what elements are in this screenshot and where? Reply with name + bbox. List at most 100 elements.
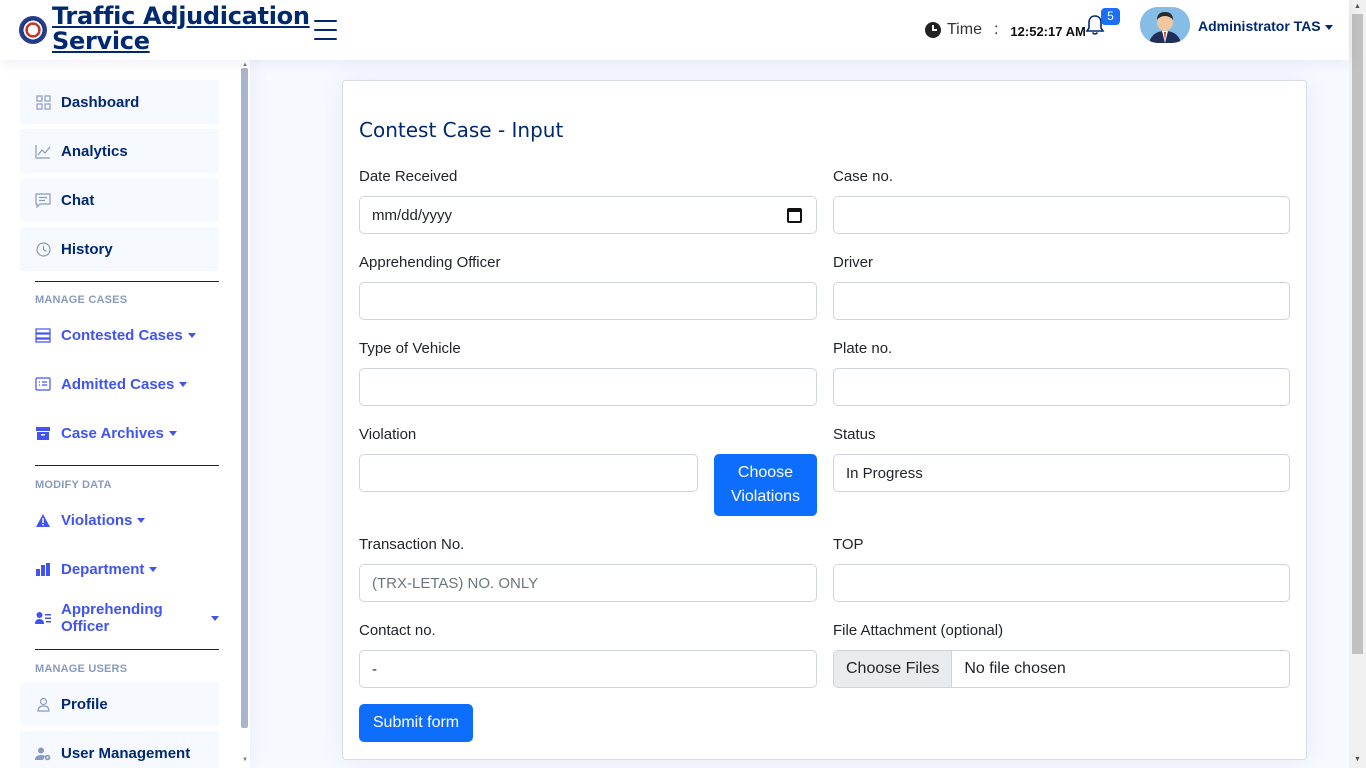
sidebar-divider — [35, 281, 219, 282]
person-icon — [35, 696, 51, 712]
avatar[interactable] — [1140, 7, 1190, 43]
scroll-down-icon[interactable]: ▼ — [1354, 756, 1361, 763]
app-title-line1: Traffic Adjudication — [52, 2, 310, 30]
violation-label: Violation — [359, 426, 417, 443]
stack-icon — [35, 327, 51, 343]
no-file-chosen-text: No file chosen — [964, 660, 1066, 677]
time-display: Time : 12:52:17 AM — [925, 21, 1086, 39]
transaction-no-label: Transaction No. — [359, 536, 465, 553]
sidebar-item-label: Admitted Cases — [61, 375, 175, 393]
status-input[interactable]: In Progress — [833, 454, 1290, 492]
status-value: In Progress — [846, 464, 923, 482]
sidebar-item-chat[interactable]: Chat — [20, 178, 219, 222]
sidebar-item-label: Violations — [61, 511, 133, 529]
menu-toggle-icon[interactable] — [314, 20, 337, 40]
type-of-vehicle-input[interactable] — [359, 368, 817, 406]
notification-badge[interactable]: 5 — [1101, 8, 1120, 25]
sidebar-scroll-down-icon[interactable]: ▼ — [242, 757, 248, 763]
sidebar-heading-manage-users: MANAGE USERS — [35, 663, 128, 675]
apprehending-officer-input[interactable] — [359, 282, 817, 320]
seal-icon — [19, 16, 47, 44]
plate-no-label: Plate no. — [833, 340, 893, 357]
sidebar-item-violations[interactable]: Violations — [20, 498, 219, 542]
time-separator: : — [993, 21, 999, 38]
calendar-icon[interactable] — [787, 208, 802, 223]
date-received-input[interactable]: mm/dd/yyyy — [359, 196, 817, 234]
chevron-down-icon — [1324, 24, 1333, 30]
chevron-down-icon — [149, 566, 158, 572]
archive-icon — [35, 425, 51, 441]
logo[interactable]: Traffic Adjudication Service — [19, 4, 310, 54]
sidebar-item-history[interactable]: History — [20, 227, 219, 271]
page-scrollbar-thumb[interactable] — [1352, 14, 1363, 654]
app-title[interactable]: Traffic Adjudication Service — [52, 4, 310, 54]
choose-violations-button[interactable]: Choose Violations — [714, 454, 817, 516]
chart-line-icon — [35, 143, 51, 159]
app-title-line2: Service — [52, 27, 150, 55]
grid-icon — [35, 94, 51, 110]
sidebar-item-label: Department — [61, 560, 145, 578]
chevron-down-icon — [168, 430, 177, 436]
choose-violations-line2: Violations — [730, 488, 801, 505]
sidebar-heading-manage-cases: MANAGE CASES — [35, 294, 128, 306]
sidebar-divider — [35, 465, 219, 466]
sidebar-item-label: Profile — [61, 695, 108, 713]
case-no-input[interactable] — [833, 196, 1290, 234]
user-menu[interactable]: Administrator TAS — [1198, 18, 1333, 34]
chevron-down-icon — [179, 381, 188, 387]
page-title: Contest Case - Input — [359, 118, 564, 142]
sidebar-item-contested-cases[interactable]: Contested Cases — [20, 313, 219, 357]
plate-no-input[interactable] — [833, 368, 1290, 406]
page-scrollbar[interactable]: ▲ ▼ — [1349, 0, 1366, 768]
top-header: Traffic Adjudication Service Time : 12:5… — [0, 0, 1349, 60]
time-value: 12:52:17 AM — [1010, 24, 1086, 39]
violation-input[interactable] — [359, 454, 698, 492]
transaction-no-placeholder: (TRX-LETAS) NO. ONLY — [372, 574, 539, 592]
choose-violations-line1: Choose — [737, 464, 794, 481]
sidebar-item-label: User Management — [61, 744, 191, 762]
top-label: TOP — [833, 536, 864, 553]
time-label: Time — [947, 21, 982, 38]
scroll-up-icon[interactable]: ▲ — [1354, 3, 1361, 10]
sidebar-item-case-archives[interactable]: Case Archives — [20, 411, 219, 455]
apprehending-officer-label: Apprehending Officer — [359, 254, 501, 271]
driver-label: Driver — [833, 254, 873, 271]
clock-icon — [925, 22, 941, 38]
type-of-vehicle-label: Type of Vehicle — [359, 340, 461, 357]
sidebar-item-admitted-cases[interactable]: Admitted Cases — [20, 362, 219, 406]
contact-no-input[interactable]: - — [359, 650, 817, 688]
sidebar-item-dashboard[interactable]: Dashboard — [20, 80, 219, 124]
sidebar-item-user-management[interactable]: User Management — [20, 731, 219, 768]
sidebar-item-profile[interactable]: Profile — [20, 682, 219, 726]
driver-input[interactable] — [833, 282, 1290, 320]
submit-form-button[interactable]: Submit form — [359, 704, 473, 742]
contact-no-value: - — [372, 660, 377, 678]
chevron-down-icon — [211, 615, 219, 621]
sidebar-item-label: Case Archives — [61, 424, 164, 442]
contact-no-label: Contact no. — [359, 622, 436, 639]
card-list-icon — [35, 376, 51, 392]
sidebar-item-apprehending-officer[interactable]: Apprehending Officer — [20, 596, 219, 640]
sidebar: Dashboard Analytics Chat History MANAGE … — [0, 60, 250, 768]
date-received-value: mm/dd/yyyy — [372, 206, 453, 224]
file-attachment-input[interactable]: Choose Files No file chosen — [833, 650, 1290, 688]
chevron-down-icon — [187, 332, 196, 338]
contest-case-form-card: Contest Case - Input Date Received mm/dd… — [342, 80, 1307, 760]
clock-icon — [35, 241, 51, 257]
status-label: Status — [833, 426, 876, 443]
user-name: Administrator TAS — [1198, 18, 1321, 34]
sidebar-divider — [35, 649, 219, 650]
case-no-label: Case no. — [833, 168, 894, 185]
sidebar-item-label: Chat — [61, 191, 95, 209]
sidebar-scrollbar[interactable] — [241, 68, 248, 728]
transaction-no-input[interactable]: (TRX-LETAS) NO. ONLY — [359, 564, 817, 602]
sidebar-item-label: Dashboard — [61, 93, 140, 111]
choose-files-button[interactable]: Choose Files — [834, 651, 953, 687]
file-attachment-label: File Attachment (optional) — [833, 622, 1004, 639]
sidebar-item-label: Apprehending Officer — [61, 601, 163, 635]
sidebar-item-analytics[interactable]: Analytics — [20, 129, 219, 173]
top-input[interactable] — [833, 564, 1290, 602]
sidebar-item-department[interactable]: Department — [20, 547, 219, 591]
chevron-down-icon — [137, 517, 146, 523]
sidebar-item-label: Contested Cases — [61, 326, 183, 344]
